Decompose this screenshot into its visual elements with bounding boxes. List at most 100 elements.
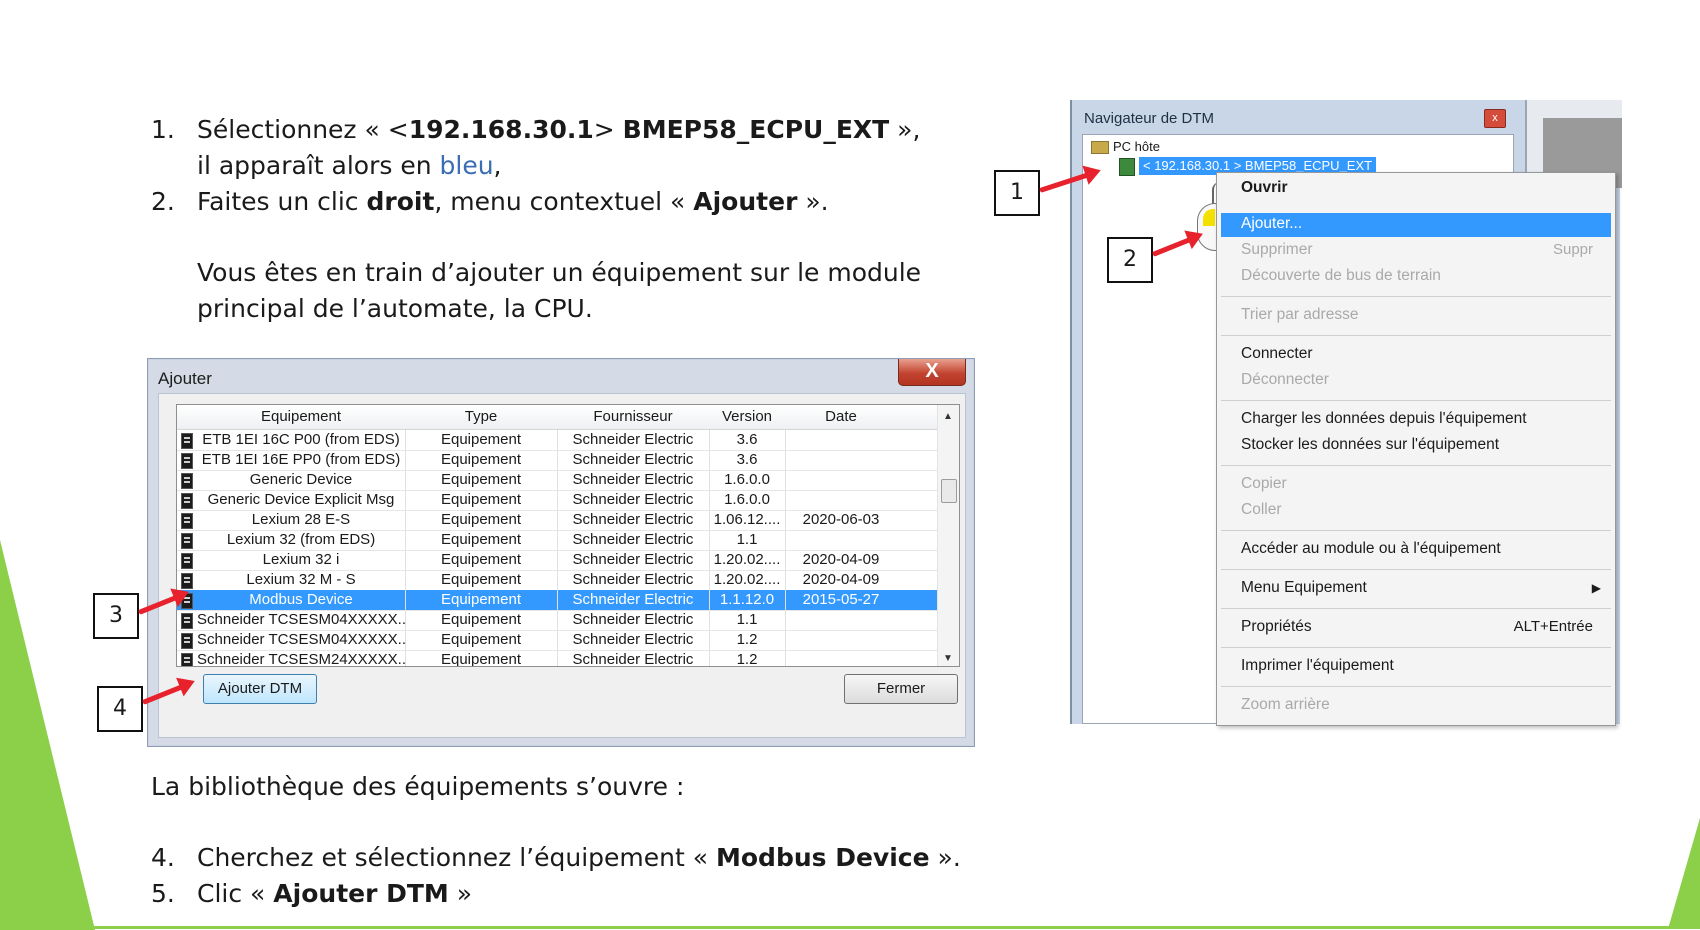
column-separator [405, 530, 406, 550]
column-separator [709, 650, 710, 666]
step-4-bold: Modbus Device [716, 843, 930, 872]
menu-separator [1221, 296, 1611, 297]
menu-item-properties[interactable]: Propriétés [1241, 618, 1312, 636]
menu-item-open[interactable]: Ouvrir [1241, 179, 1288, 197]
step-5-post: » [448, 879, 473, 908]
add-dtm-button[interactable]: Ajouter DTM [203, 674, 317, 704]
table-row[interactable]: Schneider TCSESM04XXXXX... Equipement Schn… [177, 630, 937, 651]
step-1-mid: > [593, 115, 623, 144]
callout-2: 2 [1107, 237, 1153, 283]
table-scrollbar[interactable]: ▲ ▼ [937, 405, 959, 666]
menu-separator [1221, 400, 1611, 401]
paragraph-line-2: principal de l’automate, la CPU. [197, 294, 593, 323]
cell-version: 3.6 [736, 451, 758, 468]
device-icon [181, 653, 193, 666]
scroll-up-icon[interactable]: ▲ [943, 411, 953, 422]
callout-3: 3 [93, 593, 139, 639]
step-2-bold-add: Ajouter [693, 187, 798, 216]
menu-item-connect[interactable]: Connecter [1241, 345, 1313, 363]
column-separator [405, 630, 406, 650]
device-icon [181, 433, 193, 449]
menu-item-delete: Supprimer [1241, 241, 1313, 258]
cell-date: 2020-06-03 [802, 511, 880, 528]
table-row[interactable]: Lexium 32 (from EDS) Equipement Schneider … [177, 530, 937, 551]
cell-vendor: Schneider Electric [572, 431, 694, 448]
column-separator [709, 430, 710, 450]
decorative-green-triangle-left [0, 540, 95, 930]
device-table: Equipement Type Fournisseur Version Date… [176, 404, 960, 667]
column-header-date[interactable]: Date [785, 408, 897, 425]
table-row[interactable]: Generic Device Explicit Msg Equipement Sch… [177, 490, 937, 511]
menu-separator [1221, 608, 1611, 609]
device-icon [181, 553, 193, 569]
cell-type: Equipement [440, 611, 522, 628]
column-separator [557, 530, 558, 550]
column-separator [557, 630, 558, 650]
cell-equipment: Lexium 32 (from EDS) [226, 531, 376, 548]
column-separator [785, 470, 786, 490]
cell-version: 1.6.0.0 [724, 491, 770, 508]
device-icon [181, 493, 193, 509]
scroll-thumb[interactable] [941, 479, 957, 503]
cell-equipment: ETB 1EI 16C P00 (from EDS) [202, 431, 400, 448]
step-number: 5. [151, 879, 175, 908]
table-row[interactable]: ETB 1EI 16E PP0 (from EDS) Equipement Schn… [177, 450, 937, 471]
table-row[interactable]: Lexium 28 E-S Equipement Schneider Electri… [177, 510, 937, 531]
pc-host-icon [1091, 141, 1109, 154]
step-1-pre: Sélectionnez « < [197, 115, 409, 144]
cell-version: 3.6 [736, 431, 758, 448]
table-row[interactable]: Schneider TCSESM24XXXXX... Equipement Schn… [177, 650, 937, 666]
cell-version: 1.6.0.0 [724, 471, 770, 488]
device-icon [181, 633, 193, 649]
cpu-module-icon [1119, 158, 1135, 176]
cell-vendor: Schneider Electric [572, 631, 694, 648]
column-separator [405, 590, 406, 610]
column-separator [557, 610, 558, 630]
menu-item-print[interactable]: Imprimer l'équipement [1241, 657, 1394, 675]
column-header-vendor[interactable]: Fournisseur [557, 408, 709, 425]
navigator-close-icon[interactable]: x [1484, 109, 1506, 128]
cell-date: 2020-04-09 [802, 571, 880, 588]
scroll-down-icon[interactable]: ▼ [943, 653, 953, 664]
column-header-type[interactable]: Type [405, 408, 557, 425]
step-number: 2. [151, 187, 175, 216]
table-row[interactable]: Schneider TCSESM04XXXXX... Equipement Schn… [177, 610, 937, 631]
table-row[interactable]: Lexium 32 M - S Equipement Schneider Elect… [177, 570, 937, 591]
column-separator [785, 510, 786, 530]
menu-separator [1221, 647, 1611, 648]
navigator-title: Navigateur de DTM [1084, 110, 1215, 127]
menu-item-load[interactable]: Charger les données depuis l'équipement [1241, 410, 1527, 428]
cell-type: Equipement [440, 631, 522, 648]
tree-node-pc-host[interactable]: PC hôte [1113, 139, 1160, 154]
instructions-bottom: La bibliothèque des équipements s’ouvre … [151, 769, 971, 909]
step-2-mid: , menu contextuel « [434, 187, 694, 216]
column-separator [709, 470, 710, 490]
cell-date: 2020-04-09 [802, 551, 880, 568]
column-separator [709, 490, 710, 510]
column-separator [785, 570, 786, 590]
cell-vendor: Schneider Electric [572, 511, 694, 528]
table-row[interactable]: ETB 1EI 16C P00 (from EDS) Equipement Schn… [177, 430, 937, 451]
table-row[interactable]: Generic Device Equipement Schneider Electr… [177, 470, 937, 491]
column-separator [785, 610, 786, 630]
cell-version: 1.1.12.0 [719, 591, 775, 608]
table-row[interactable]: Lexium 32 i Equipement Schneider Electric 1… [177, 550, 937, 571]
menu-item-store[interactable]: Stocker les données sur l'équipement [1241, 436, 1499, 454]
menu-separator [1221, 530, 1611, 531]
menu-item-device-menu[interactable]: Menu Equipement [1241, 579, 1367, 597]
menu-item-discover: Découverte de bus de terrain [1241, 267, 1441, 284]
cell-version: 1.06.12.... [713, 511, 781, 528]
cell-equipment: Schneider TCSESM04XXXXX... [197, 631, 405, 648]
dialog-close-button[interactable]: X [898, 359, 966, 386]
step-5-text: Clic « Ajouter DTM » [197, 876, 472, 912]
menu-item-zoom: Zoom arrière [1241, 696, 1330, 713]
column-separator [785, 490, 786, 510]
column-header-equipment[interactable]: Equipement [197, 408, 405, 425]
side-panel [1525, 100, 1622, 188]
cell-type: Equipement [440, 471, 522, 488]
table-row[interactable]: Modbus Device Equipement Schneider Electri… [177, 590, 937, 611]
column-header-version[interactable]: Version [709, 408, 785, 425]
close-button[interactable]: Fermer [844, 674, 958, 704]
menu-item-access[interactable]: Accéder au module ou à l'équipement [1241, 540, 1501, 558]
menu-item-add[interactable]: Ajouter... [1241, 215, 1302, 233]
